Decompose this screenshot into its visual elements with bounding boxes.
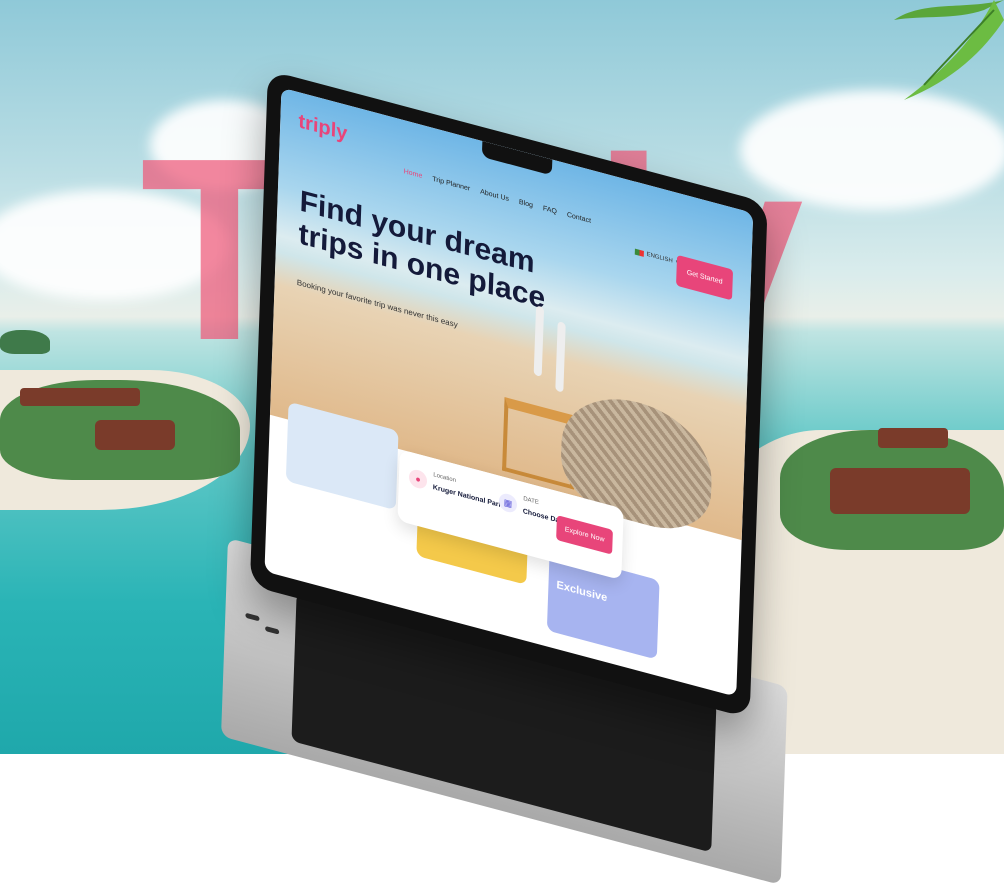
location-value[interactable]: Kruger National Park <box>433 484 503 509</box>
island <box>0 330 50 354</box>
palm-leaf-icon <box>894 0 1004 100</box>
villa-roof <box>830 468 970 514</box>
flag-icon <box>634 247 644 257</box>
villa-roof <box>95 420 175 450</box>
villa-roof <box>20 388 140 406</box>
card-title: Exclusive <box>556 579 608 605</box>
laptop-mockup: triply Home Trip Planner About Us Blog F… <box>221 70 798 885</box>
date-label: DATE <box>523 496 539 507</box>
calendar-icon: ▦ <box>498 491 518 515</box>
usb-port <box>245 612 260 622</box>
villa-roof <box>878 428 948 448</box>
location-label: Location <box>433 472 457 485</box>
website-screen: triply Home Trip Planner About Us Blog F… <box>264 87 754 697</box>
explore-now-button[interactable]: Explore Now <box>556 515 613 555</box>
usb-port <box>265 625 280 635</box>
location-pin-icon: ● <box>408 467 428 491</box>
